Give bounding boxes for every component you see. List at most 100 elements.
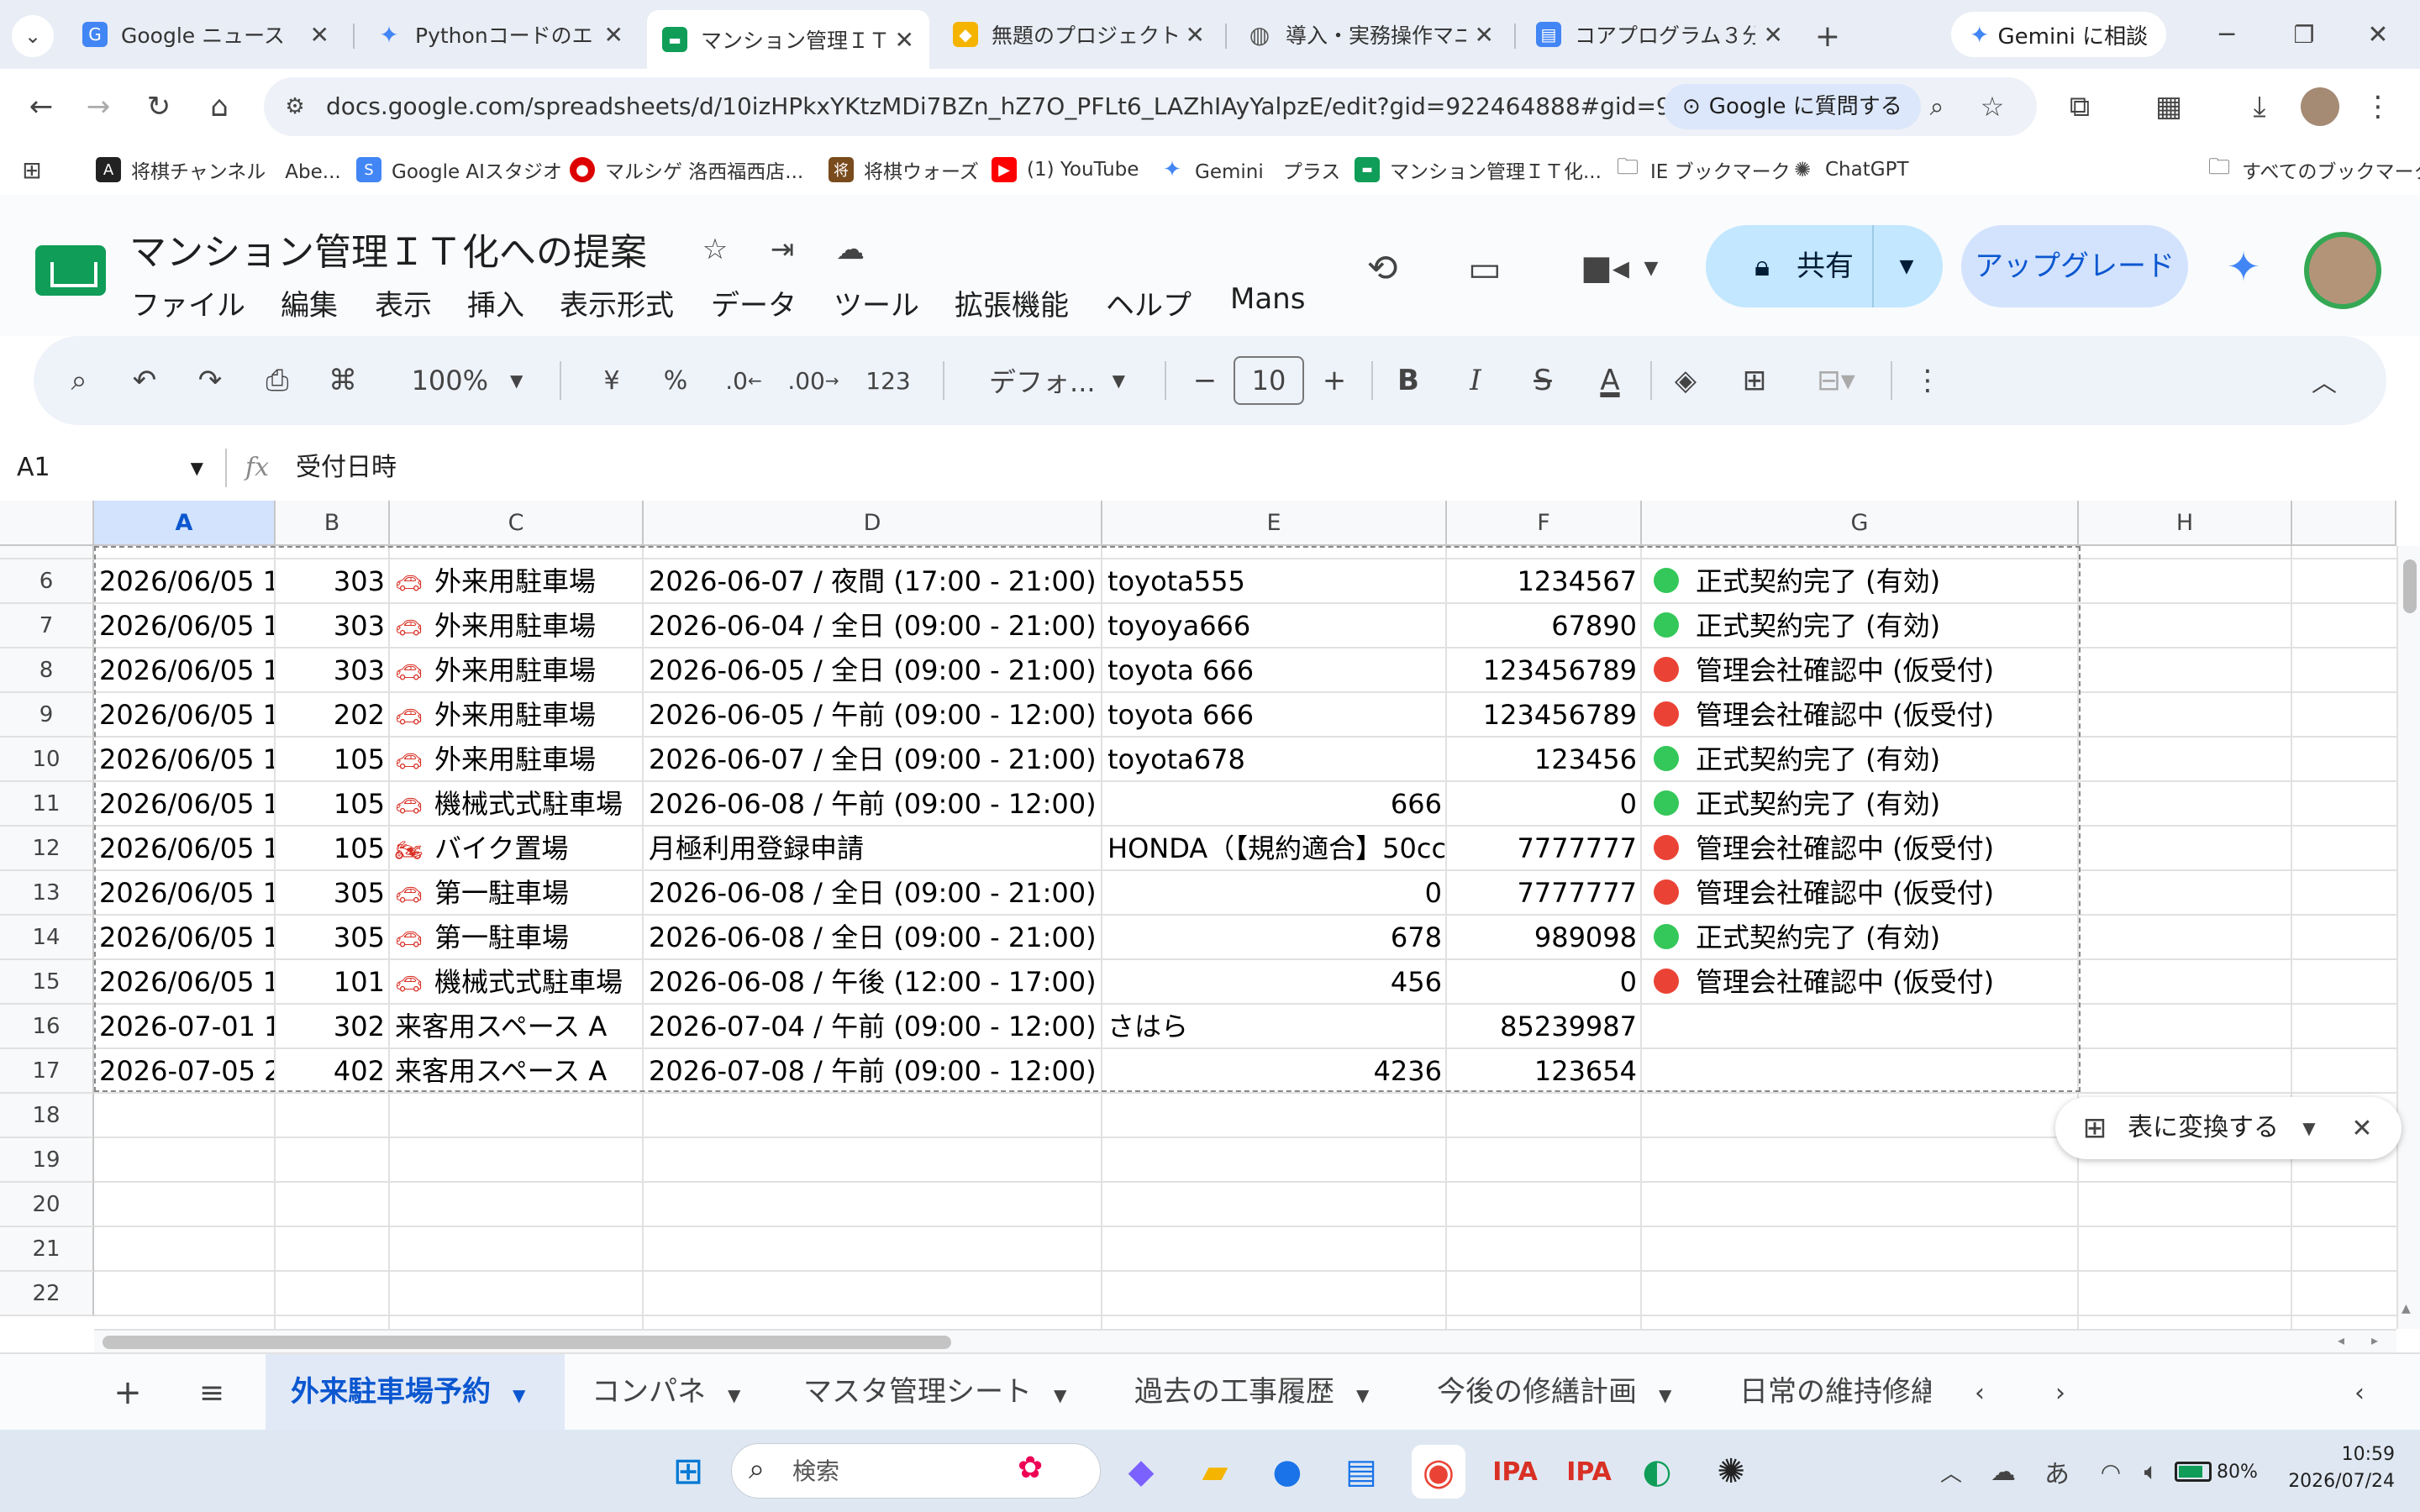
row-header[interactable]: 11 bbox=[0, 782, 94, 827]
upgrade-button[interactable]: アップグレード bbox=[1961, 225, 2188, 307]
cell-c[interactable] bbox=[390, 1272, 644, 1316]
menu-file[interactable]: ファイル bbox=[131, 282, 245, 323]
all-bookmarks[interactable]: 🗀 すべてのブックマーク bbox=[2207, 144, 2420, 195]
column-header-h[interactable]: H bbox=[2079, 501, 2292, 546]
cell-e[interactable] bbox=[1102, 1272, 1447, 1316]
browser-tab-python[interactable]: ✦ Pythonコードのエラー( ✕ bbox=[361, 10, 639, 59]
ask-google-button[interactable]: ⊙ Google に質問する bbox=[1664, 84, 1921, 129]
strikethrough-button[interactable]: S bbox=[1519, 336, 1566, 425]
chevron-down-icon[interactable]: ▼ bbox=[1356, 1385, 1369, 1405]
add-sheet-icon[interactable]: + bbox=[104, 1369, 151, 1416]
borders-icon[interactable]: ⊞ bbox=[1729, 336, 1780, 425]
horizontal-scroll-thumb[interactable] bbox=[103, 1336, 951, 1349]
text-color-button[interactable]: A bbox=[1585, 336, 1635, 425]
cell-c[interactable] bbox=[390, 1183, 644, 1227]
column-header-b[interactable]: B bbox=[276, 501, 390, 546]
cell-g[interactable] bbox=[1642, 1272, 2079, 1316]
browser-tab-sheets[interactable]: ▬ マンション管理ＩＴ化 ✕ bbox=[647, 10, 929, 69]
document-title[interactable]: マンション管理ＩＴ化への提案 bbox=[129, 222, 647, 276]
cell-a[interactable] bbox=[94, 1272, 276, 1316]
bookmark-item[interactable]: ● マルシゲ 洛西福西店... bbox=[570, 144, 803, 195]
file-explorer-icon[interactable]: ▰ bbox=[1192, 1448, 1239, 1495]
row-header[interactable]: 8 bbox=[0, 648, 94, 693]
cell-g[interactable] bbox=[1642, 1138, 2079, 1183]
reload-icon[interactable]: ↻ bbox=[136, 84, 182, 129]
bold-button[interactable]: B bbox=[1385, 336, 1432, 425]
windows-start-icon[interactable]: ⊞ bbox=[666, 1448, 711, 1494]
browser-tab-docs[interactable]: ▤ コアプログラム３分の ✕ bbox=[1521, 10, 1798, 59]
horizontal-scroll-track[interactable]: ◂ ▸ bbox=[94, 1329, 2396, 1352]
bookmark-item[interactable]: 将将棋ウォーズ bbox=[829, 144, 979, 195]
scroll-left-icon[interactable]: ◂ bbox=[2338, 1332, 2344, 1348]
meet-dropdown-icon[interactable]: ▼ bbox=[1639, 242, 1664, 294]
window-close-icon[interactable]: ✕ bbox=[2353, 12, 2403, 57]
row-header[interactable]: 14 bbox=[0, 916, 94, 960]
menu-extensions[interactable]: 拡張機能 bbox=[955, 282, 1069, 323]
apps-grid-icon[interactable]: ⊞ bbox=[13, 151, 50, 188]
close-icon[interactable]: ✕ bbox=[895, 26, 914, 54]
name-box[interactable]: A1 ▼ bbox=[17, 435, 207, 501]
cell-d[interactable] bbox=[644, 1138, 1102, 1183]
cell-f[interactable] bbox=[1447, 1183, 1642, 1227]
cell-d[interactable] bbox=[644, 1094, 1102, 1138]
menu-mans[interactable]: Mans bbox=[1230, 282, 1305, 316]
url-text[interactable]: docs.google.com/spreadsheets/d/10izHPkxY… bbox=[326, 77, 1791, 136]
row-header[interactable]: 21 bbox=[0, 1227, 94, 1272]
vertical-scrollbar[interactable]: ▲ bbox=[2396, 546, 2420, 1329]
cell-b[interactable] bbox=[276, 1138, 390, 1183]
sheet-tab[interactable]: 今後の修繕計画 ▼ bbox=[1437, 1354, 1671, 1430]
cell-b[interactable] bbox=[276, 1183, 390, 1227]
bookmark-item[interactable]: ✺ ChatGPT bbox=[1790, 144, 1909, 195]
zoom-icon[interactable]: ⌕ bbox=[1914, 84, 1960, 129]
cell-e[interactable] bbox=[1102, 1227, 1447, 1272]
paint-format-icon[interactable]: ⌘ bbox=[319, 336, 366, 425]
star-icon[interactable]: ☆ bbox=[694, 228, 736, 270]
column-header-e[interactable]: E bbox=[1102, 501, 1447, 546]
profile-avatar[interactable] bbox=[2301, 87, 2339, 126]
download-icon[interactable]: ⤓ bbox=[2237, 84, 2282, 129]
cell-b[interactable] bbox=[276, 1272, 390, 1316]
cell-d[interactable] bbox=[644, 1183, 1102, 1227]
share-button[interactable]: 🔒︎ 共有 ▼ bbox=[1706, 225, 1943, 307]
chatgpt-icon[interactable]: ✺ bbox=[1707, 1448, 1754, 1495]
chevron-down-icon[interactable]: ▼ bbox=[1659, 1385, 1671, 1405]
row-header[interactable]: 18 bbox=[0, 1094, 94, 1138]
sheet-tab[interactable]: マスタ管理シート ▼ bbox=[803, 1354, 1066, 1430]
meet-icon[interactable]: ■◂ bbox=[1571, 242, 1639, 294]
ipa-font-icon-2[interactable]: IPA bbox=[1560, 1448, 1618, 1495]
sheet-tab[interactable]: 日常の維持修繕 bbox=[1739, 1354, 1931, 1430]
battery-indicator[interactable]: 80% bbox=[2175, 1452, 2258, 1492]
cell-a[interactable] bbox=[94, 1094, 276, 1138]
undo-icon[interactable]: ↶ bbox=[121, 336, 168, 425]
site-info-icon[interactable]: ⚙ bbox=[276, 87, 314, 126]
cell-d[interactable] bbox=[644, 1227, 1102, 1272]
scroll-right-icon[interactable]: ▸ bbox=[2371, 1332, 2378, 1348]
chrome-icon[interactable]: ◉ bbox=[1412, 1445, 1465, 1499]
browser-tab-google-news[interactable]: G Google ニュース ✕ bbox=[67, 10, 345, 59]
row-header[interactable]: 15 bbox=[0, 960, 94, 1005]
ipa-font-icon[interactable]: IPA bbox=[1486, 1448, 1544, 1495]
chevron-down-icon[interactable]: ▼ bbox=[728, 1385, 740, 1405]
sheet-tab[interactable]: 過去の工事履歴 ▼ bbox=[1134, 1354, 1369, 1430]
decrease-decimal-button[interactable]: .0 ← bbox=[716, 336, 771, 425]
column-header-a[interactable]: A bbox=[94, 501, 276, 546]
close-icon[interactable]: ✕ bbox=[310, 21, 329, 49]
collapse-toolbar-icon[interactable]: ︿ bbox=[2301, 336, 2348, 425]
sheet-tab[interactable]: コンパネ ▼ bbox=[592, 1354, 740, 1430]
more-tools-icon[interactable]: ⋮ bbox=[1904, 336, 1951, 425]
account-avatar[interactable] bbox=[2304, 232, 2381, 309]
browser-tab-project[interactable]: ◆ 無題のプロジェクト - ✕ bbox=[938, 10, 1220, 59]
menu-edit[interactable]: 編集 bbox=[281, 282, 338, 323]
cell-f[interactable] bbox=[1447, 1272, 1642, 1316]
cell-c[interactable] bbox=[390, 1094, 644, 1138]
scroll-up-icon[interactable]: ▲ bbox=[2402, 1302, 2411, 1315]
menu-help[interactable]: ヘルプ bbox=[1106, 282, 1192, 323]
comments-icon[interactable]: ▭ bbox=[1459, 242, 1511, 294]
percent-format-button[interactable]: % bbox=[652, 336, 699, 425]
onedrive-icon[interactable]: ☁ bbox=[1983, 1452, 2023, 1492]
close-icon[interactable]: ✕ bbox=[604, 21, 623, 49]
sheet-tab-active[interactable]: 外来駐車場予約 ▼ bbox=[266, 1354, 565, 1430]
back-icon[interactable]: ← bbox=[18, 84, 64, 129]
menu-data[interactable]: データ bbox=[711, 282, 797, 323]
taskbar-search-box[interactable]: ⌕ 検索 ✿ bbox=[731, 1443, 1101, 1499]
